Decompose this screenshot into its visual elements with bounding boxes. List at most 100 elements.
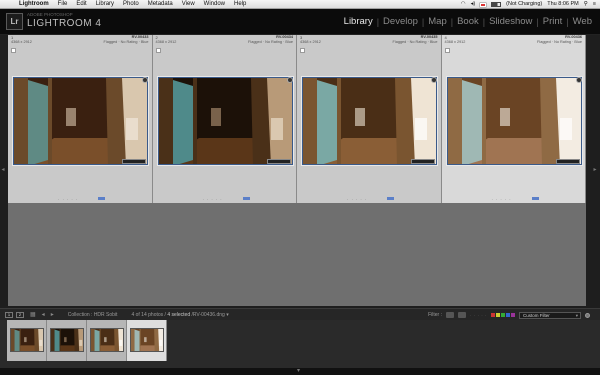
- photo-thumbnail[interactable]: [446, 77, 582, 165]
- quick-collection-icon[interactable]: [142, 77, 148, 83]
- quick-collection-icon[interactable]: [575, 77, 582, 83]
- module-print[interactable]: Print: [539, 16, 567, 27]
- module-library[interactable]: Library: [340, 16, 377, 27]
- thumbnail-badges-icon[interactable]: [122, 159, 146, 164]
- menu-library[interactable]: Library: [96, 0, 114, 9]
- clock[interactable]: Thu 8:06 PM: [547, 0, 579, 9]
- filmstrip-toggle-icon[interactable]: ▾: [297, 368, 300, 375]
- color-label-blue[interactable]: [98, 197, 105, 200]
- identity-title: LIGHTROOM 4: [27, 18, 102, 29]
- grid-view: 1 RV-00433 4368 x 2912 Flagged · No Rating …: [8, 35, 586, 203]
- pick-flag-icon[interactable]: [300, 48, 305, 53]
- cell-metadata: Flagged · No Rating · Blue: [103, 40, 149, 44]
- grid-icon[interactable]: ▦: [30, 312, 36, 318]
- cell-metadata: Flagged · No Rating · Blue: [537, 40, 582, 44]
- photo-thumbnail[interactable]: [157, 77, 293, 165]
- source-breadcrumb[interactable]: Collection : HDR Sobit: [68, 312, 118, 318]
- cell-dimensions: 4368 x 2912: [300, 40, 321, 44]
- selected-count: 4 selected: [167, 311, 191, 318]
- volume-icon[interactable]: ◂): [471, 0, 476, 9]
- module-slideshow[interactable]: Slideshow: [485, 16, 536, 27]
- photo-count: 4 of 14 photos /: [131, 311, 166, 318]
- menu-edit[interactable]: Edit: [76, 0, 86, 9]
- filmstrip-thumbnails: [7, 320, 167, 361]
- right-panel-toggle-icon[interactable]: ▸: [592, 165, 598, 175]
- left-panel-toggle-icon[interactable]: ◂: [0, 165, 6, 175]
- grid-cell[interactable]: 1 RV-00433 4368 x 2912 Flagged · No Rating …: [8, 35, 153, 203]
- filmstrip-thumb[interactable]: [127, 320, 167, 361]
- color-label-blue[interactable]: [387, 197, 394, 200]
- menu-window[interactable]: Window: [204, 0, 225, 9]
- forward-arrow-icon[interactable]: ▸: [51, 312, 54, 318]
- filmstrip: [0, 320, 600, 368]
- dropdown-icon[interactable]: ▾: [226, 312, 229, 318]
- filmstrip-photo[interactable]: [130, 328, 164, 352]
- grid-cell[interactable]: 4 RV-00436 4368 x 2912 Flagged · No Rating …: [441, 35, 586, 203]
- identity-plate: ADOBE PHOTOSHOP LIGHTROOM 4: [27, 12, 101, 30]
- grid-cell[interactable]: 2 RV-00434 4368 x 2912 Flagged · No Rating …: [152, 35, 297, 203]
- module-picker: Library | Develop | Map | Book | Slideshow | …: [340, 16, 596, 27]
- menu-file[interactable]: File: [58, 0, 68, 9]
- unflag-filter-icon[interactable]: [458, 312, 466, 318]
- menu-lightroom[interactable]: Lightroom: [19, 0, 49, 9]
- pick-flag-icon[interactable]: [444, 48, 450, 53]
- cell-metadata: Flagged · No Rating · Blue: [392, 40, 438, 44]
- menu-help[interactable]: Help: [234, 0, 246, 9]
- module-book[interactable]: Book: [453, 16, 483, 27]
- wifi-icon[interactable]: ◠: [461, 0, 466, 9]
- thumbnail-badges-icon[interactable]: [411, 159, 435, 164]
- cell-dimensions: 4368 x 2912: [155, 40, 177, 44]
- menu-photo[interactable]: Photo: [123, 0, 139, 9]
- battery-status: (Not Charging): [506, 1, 543, 7]
- thumbnail-badges-icon[interactable]: [266, 159, 291, 164]
- menubar-status-area: ◠ ◂) (Not Charging) Thu 8:06 PM ⚲ ≡: [461, 0, 596, 9]
- filmstrip-photo[interactable]: [50, 328, 84, 352]
- mac-menubar: Lightroom File Edit Library Photo Metada…: [0, 0, 600, 9]
- pick-flag-icon[interactable]: [155, 48, 161, 53]
- menu-metadata[interactable]: Metadata: [148, 0, 173, 9]
- quick-collection-icon[interactable]: [286, 77, 293, 83]
- color-label-blue[interactable]: [242, 197, 250, 200]
- pick-flag-icon[interactable]: [11, 48, 16, 53]
- module-web[interactable]: Web: [569, 16, 596, 27]
- custom-filter-select[interactable]: Custom Filter: [519, 311, 581, 319]
- cell-dimensions: 4368 x 2912: [444, 40, 466, 44]
- cell-dimensions: 4368 x 2912: [11, 40, 32, 44]
- filmstrip-thumb[interactable]: [47, 320, 87, 361]
- main-window-button[interactable]: 1: [5, 311, 13, 318]
- rating-stars[interactable]: · · · · ·: [203, 198, 223, 202]
- filmstrip-thumb[interactable]: [7, 320, 47, 361]
- filmstrip-photo[interactable]: [10, 328, 44, 352]
- color-label-filter[interactable]: [491, 313, 515, 317]
- lightroom-logo: Lr: [6, 13, 23, 30]
- second-window-button[interactable]: 2: [16, 311, 24, 318]
- thumbnail-badges-icon[interactable]: [555, 159, 580, 164]
- filmstrip-photo[interactable]: [90, 328, 124, 352]
- filter-toggle-switch[interactable]: [585, 312, 590, 318]
- flag-filter-icon[interactable]: [446, 312, 454, 318]
- photo-thumbnail[interactable]: [13, 77, 148, 165]
- rating-stars[interactable]: · · · · ·: [347, 198, 367, 202]
- module-map[interactable]: Map: [424, 16, 450, 27]
- filter-label: Filter :: [428, 312, 442, 318]
- quick-collection-icon[interactable]: [431, 77, 437, 83]
- input-source-flag-icon[interactable]: [480, 2, 487, 7]
- rating-stars[interactable]: · · · · ·: [492, 198, 512, 202]
- filmstrip-thumb[interactable]: [87, 320, 127, 361]
- grid-empty-area: [8, 203, 586, 306]
- module-develop[interactable]: Develop: [379, 16, 422, 27]
- battery-icon[interactable]: [491, 2, 502, 7]
- rating-filter-stars[interactable]: · · · · ·: [470, 313, 487, 318]
- current-filename: /RV-00436.dng: [191, 311, 225, 318]
- filmstrip-toolbar: 1 2 ▦ ◂ ▸ Collection : HDR Sobit 4 of 14…: [0, 308, 600, 320]
- rating-stars[interactable]: · · · · ·: [58, 198, 78, 202]
- grid-cell[interactable]: 3 RV-00435 4368 x 2912 Flagged · No Rating …: [297, 35, 442, 203]
- cell-metadata: Flagged · No Rating · Blue: [248, 40, 293, 44]
- spotlight-search-icon[interactable]: ⚲: [584, 0, 588, 9]
- list-icon[interactable]: ≡: [593, 0, 596, 9]
- selection-info: 4 of 14 photos / 4 selected /RV-00436.dn…: [131, 312, 228, 318]
- photo-thumbnail[interactable]: [302, 77, 437, 165]
- menu-view[interactable]: View: [182, 0, 195, 9]
- color-label-blue[interactable]: [531, 197, 539, 200]
- back-arrow-icon[interactable]: ◂: [42, 312, 45, 318]
